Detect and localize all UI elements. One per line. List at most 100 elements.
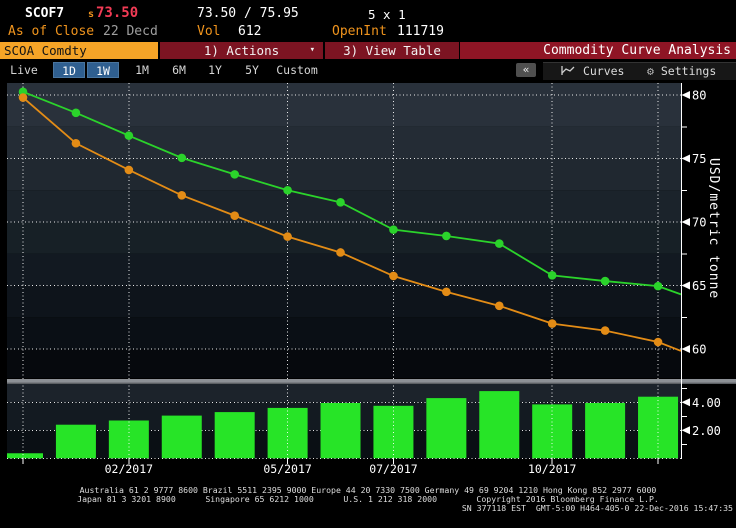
volume-bar bbox=[479, 391, 519, 458]
price-pane-band bbox=[7, 190, 681, 222]
period-tab-1w[interactable]: 1W bbox=[87, 62, 119, 78]
last-price: 73.50 bbox=[96, 5, 138, 21]
axis-tick-arrow-icon bbox=[682, 218, 691, 226]
curve-orange-point bbox=[548, 319, 557, 328]
footer-line3: SN 377118 EST GMT-5:00 H464-405-0 22-Dec… bbox=[462, 504, 733, 513]
axis-tick-arrow-icon bbox=[682, 398, 691, 406]
price-pane-band bbox=[7, 254, 681, 286]
axis-tick-label: 65 bbox=[692, 279, 706, 293]
curve-green-point bbox=[177, 154, 186, 163]
curve-green-point bbox=[125, 131, 134, 140]
curve-orange-point bbox=[442, 288, 451, 297]
curves-button[interactable]: Curves bbox=[561, 63, 624, 80]
price-pane-band bbox=[7, 349, 681, 378]
chevron-down-icon: ▾ bbox=[310, 42, 315, 59]
axis-tick-arrow-icon bbox=[682, 345, 691, 353]
view-table-button[interactable]: 3) View Table bbox=[325, 42, 459, 59]
settings-button[interactable]: ⚙ Settings bbox=[647, 63, 716, 80]
curve-green-point bbox=[654, 282, 663, 291]
open-int-value: 111719 bbox=[397, 24, 444, 39]
axis-tick-label: 60 bbox=[692, 343, 706, 357]
gear-icon: ⚙ bbox=[647, 64, 654, 78]
period-tab-1y[interactable]: 1Y bbox=[199, 62, 231, 78]
terminal-screen: SCOF7 s 73.50 73.50 / 75.95 5 x 1 As of … bbox=[0, 0, 736, 528]
curve-orange-point bbox=[283, 232, 292, 241]
vol-label: Vol bbox=[197, 24, 220, 39]
as-of-label: As of Close bbox=[8, 24, 94, 39]
chart-canvas[interactable]: 80 75 70 65 60 4.00 2.00 02/2017 05/2017 07/2017 1… bbox=[0, 80, 736, 480]
vol-value: 612 bbox=[238, 24, 261, 39]
curves-label: Curves bbox=[583, 64, 625, 78]
price-pane-band bbox=[7, 159, 681, 191]
volume-bar bbox=[162, 416, 202, 459]
bid-ask: 73.50 / 75.95 bbox=[197, 6, 299, 21]
curve-orange-point bbox=[601, 326, 610, 335]
curve-green-point bbox=[336, 198, 345, 207]
x-axis-label: 05/2017 bbox=[263, 462, 312, 476]
volume-pane-band bbox=[7, 384, 681, 402]
curve-orange-point bbox=[230, 211, 239, 220]
axis-tick-arrow-icon bbox=[682, 91, 691, 99]
curve-green-point bbox=[495, 239, 504, 248]
ticker: SCOF7 bbox=[25, 6, 64, 21]
period-tab-1m[interactable]: 1M bbox=[126, 62, 158, 78]
price-pane-band bbox=[7, 83, 681, 127]
open-int-label: OpenInt bbox=[332, 24, 387, 39]
volume-bar bbox=[426, 398, 466, 458]
actions-label: 1) Actions bbox=[204, 43, 279, 58]
right-toolbar: Curves ⚙ Settings bbox=[543, 62, 736, 80]
volume-bar bbox=[7, 453, 43, 458]
price-pane-band bbox=[7, 286, 681, 318]
volume-bar bbox=[585, 403, 625, 458]
page-title: Commodity Curve Analysis bbox=[460, 42, 736, 59]
as-of-date: 22 Decd bbox=[103, 24, 158, 39]
curve-green-point bbox=[230, 170, 239, 179]
axis-tick-label: 4.00 bbox=[692, 396, 721, 410]
axis-tick-arrow-icon bbox=[682, 282, 691, 290]
security-field[interactable]: SCOA Comdty bbox=[0, 42, 158, 59]
axis-tick-label: 70 bbox=[692, 216, 706, 230]
volume-bar bbox=[56, 425, 96, 459]
axis-tick-arrow-icon bbox=[682, 426, 691, 434]
curve-green-point bbox=[548, 271, 557, 280]
period-tab-live[interactable]: Live bbox=[2, 62, 46, 78]
period-tab-1d[interactable]: 1D bbox=[53, 62, 85, 78]
actions-button[interactable]: 1) Actions ▾ bbox=[160, 42, 323, 59]
axis-tick-label: 75 bbox=[692, 152, 706, 166]
x-axis-label: 07/2017 bbox=[369, 462, 418, 476]
x-axis-label: 02/2017 bbox=[105, 462, 154, 476]
curve-orange-point bbox=[177, 191, 186, 200]
volume-bar bbox=[321, 403, 361, 458]
axis-tick-arrow-icon bbox=[682, 155, 691, 163]
axis-tick-label: 80 bbox=[692, 89, 706, 103]
price-pane-band bbox=[7, 222, 681, 254]
x-axis-label: 10/2017 bbox=[528, 462, 577, 476]
curve-green-point bbox=[283, 186, 292, 195]
y-axis-title: USD/metric tonne bbox=[706, 158, 721, 299]
axis-tick-label: 2.00 bbox=[692, 424, 721, 438]
pane-divider-shadow bbox=[7, 383, 736, 384]
curves-icon bbox=[561, 65, 576, 76]
curve-green-point bbox=[72, 108, 81, 117]
lot-size: 5 x 1 bbox=[368, 7, 406, 22]
curve-orange-point bbox=[19, 93, 28, 102]
settings-label: Settings bbox=[661, 64, 716, 78]
volume-bar bbox=[638, 397, 678, 459]
curve-orange-point bbox=[495, 302, 504, 311]
price-pane-band bbox=[7, 317, 681, 349]
curve-green-point bbox=[442, 232, 451, 241]
collapse-button[interactable]: « bbox=[516, 63, 536, 77]
curve-green-point bbox=[601, 277, 610, 286]
session-indicator: s bbox=[88, 9, 94, 20]
period-tab-custom[interactable]: Custom bbox=[272, 62, 322, 78]
curve-orange-point bbox=[654, 338, 663, 347]
curve-orange-point bbox=[125, 166, 134, 175]
period-tab-6m[interactable]: 6M bbox=[163, 62, 195, 78]
curve-orange-point bbox=[72, 139, 81, 148]
volume-bar bbox=[215, 412, 255, 458]
price-pane-band bbox=[7, 127, 681, 159]
curve-green-point bbox=[389, 225, 398, 234]
curve-orange-point bbox=[389, 272, 398, 281]
curve-orange-point bbox=[336, 248, 345, 257]
period-tab-5y[interactable]: 5Y bbox=[236, 62, 268, 78]
